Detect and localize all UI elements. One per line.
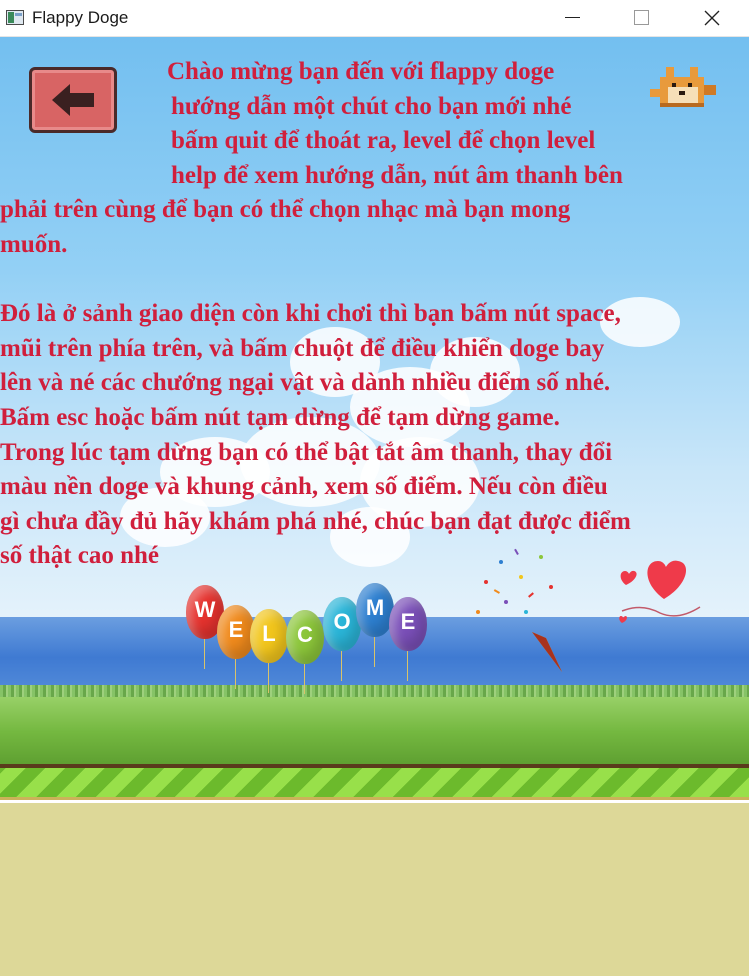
hearts-icon: [619, 560, 701, 623]
welcome-balloon: C: [286, 610, 324, 694]
doge-icon: [650, 67, 716, 107]
welcome-balloon: E: [389, 597, 427, 681]
instruction-line: bấm quit để thoát ra, level để chọn leve…: [171, 127, 596, 155]
close-icon: [704, 10, 720, 26]
instruction-line: Trong lúc tạm dừng bạn có thể bật tắt âm…: [0, 438, 613, 466]
instruction-line: help để xem hướng dẫn, nút âm thanh bên: [171, 161, 623, 189]
party-popper-icon: [476, 548, 562, 672]
grass: [0, 697, 749, 767]
welcome-balloon: L: [250, 609, 288, 693]
instruction-line: số thật cao nhé: [0, 542, 160, 570]
instruction-line: mũi trên phía trên, và bấm chuột để điều…: [0, 334, 605, 362]
close-button[interactable]: [688, 0, 734, 36]
minimize-button[interactable]: [549, 0, 595, 36]
maximize-button[interactable]: [618, 0, 664, 36]
instruction-line: muốn.: [0, 231, 68, 258]
instruction-line: Chào mừng bạn đến với flappy doge: [167, 58, 555, 85]
game-canvas: Chào mừng bạn đến với flappy doge hướng …: [0, 37, 749, 976]
back-button[interactable]: [29, 67, 117, 133]
window-titlebar: Flappy Doge: [0, 0, 749, 37]
instruction-line: hướng dẫn một chút cho bạn mới nhé: [171, 92, 572, 120]
instruction-line: màu nền doge và khung cảnh, xem số điểm.…: [0, 473, 608, 501]
arrow-left-icon: [52, 84, 94, 116]
ground-dirt: [0, 803, 749, 976]
instruction-line: Bấm esc hoặc bấm nút tạm dừng để tạm dừn…: [0, 404, 560, 431]
window-title: Flappy Doge: [32, 8, 129, 27]
instruction-line: gì chưa đầy đủ hãy khám phá nhé, chúc bạ…: [0, 507, 631, 535]
instruction-line: lên và né các chướng ngại vật và dành nh…: [0, 369, 611, 397]
ground-stripe: [0, 768, 749, 800]
app-icon: [6, 10, 24, 25]
instruction-line: Đó là ở sảnh giao diện còn khi chơi thì …: [0, 300, 621, 328]
instruction-line: phải trên cùng để bạn có thể chọn nhạc m…: [0, 196, 571, 224]
